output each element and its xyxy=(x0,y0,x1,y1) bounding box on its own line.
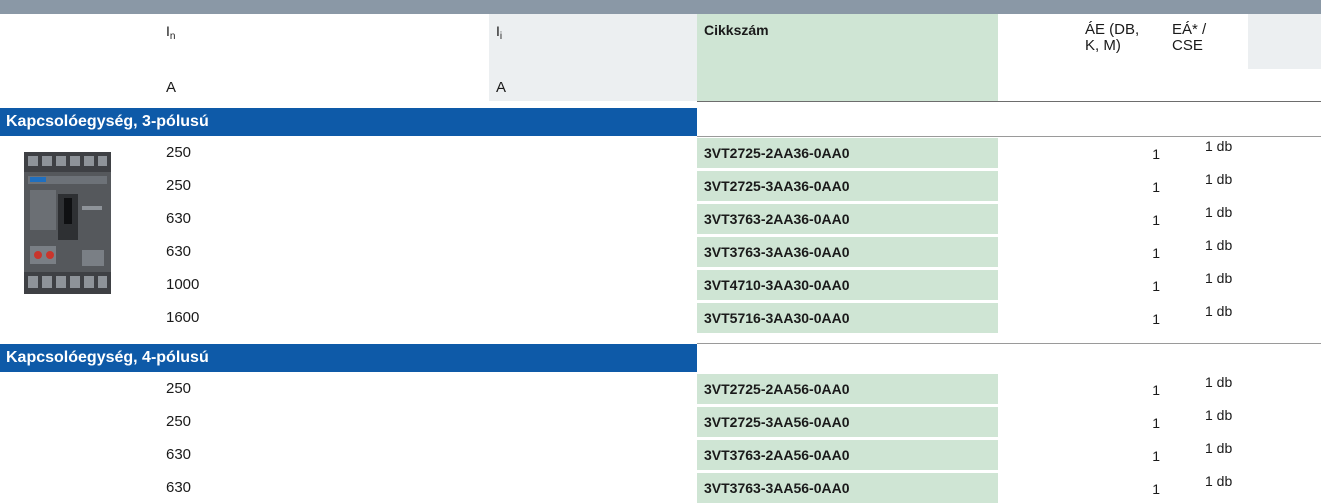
in-value: 250 xyxy=(166,177,192,194)
article-number: 3VT3763-2AA36-0AA0 xyxy=(704,211,850,227)
ae-value: 1 xyxy=(1152,278,1160,294)
table-row: 630 3VT3763-2AA36-0AA0 1 1 db xyxy=(0,202,1321,235)
ea-value: 1 db xyxy=(1205,138,1233,154)
table-row: 250 3VT2725-3AA56-0AA0 1 1 db xyxy=(0,405,1321,438)
in-value: 1000 xyxy=(166,276,200,293)
extra-column-bg xyxy=(1248,14,1321,69)
ea-value: 1 db xyxy=(1205,237,1233,253)
ae-value: 1 xyxy=(1152,448,1160,464)
table-row: 630 3VT3763-3AA56-0AA0 1 1 db xyxy=(0,471,1321,504)
ae-value: 1 xyxy=(1152,146,1160,162)
article-number: 3VT3763-3AA36-0AA0 xyxy=(704,244,850,260)
ae-value: 1 xyxy=(1152,311,1160,327)
header-divider xyxy=(697,101,1321,102)
ii-unit: A xyxy=(496,79,507,96)
in-unit: A xyxy=(166,79,177,96)
article-number: 3VT4710-3AA30-0AA0 xyxy=(704,277,850,293)
in-value: 250 xyxy=(166,380,192,397)
ii-header: Ii xyxy=(496,23,503,42)
ea-value: 1 db xyxy=(1205,440,1233,456)
ae-value: 1 xyxy=(1152,179,1160,195)
table-row: 630 3VT3763-2AA56-0AA0 1 1 db xyxy=(0,438,1321,471)
ae-value: 1 xyxy=(1152,415,1160,431)
section-divider xyxy=(697,343,1321,344)
table-row: 250 3VT2725-2AA56-0AA0 1 1 db xyxy=(0,372,1321,405)
table-row: 630 3VT3763-3AA36-0AA0 1 1 db xyxy=(0,235,1321,268)
ea-value: 1 db xyxy=(1205,204,1233,220)
ea-value: 1 db xyxy=(1205,303,1233,319)
section-title-4-pole: Kapcsolóegység, 4-pólusú xyxy=(0,344,697,372)
ae-value: 1 xyxy=(1152,481,1160,497)
section-title-3-pole: Kapcsolóegység, 3-pólusú xyxy=(0,108,697,136)
table-row: 1600 3VT5716-3AA30-0AA0 1 1 db xyxy=(0,301,1321,334)
ea-value: 1 db xyxy=(1205,270,1233,286)
ea-header: EÁ* / CSE xyxy=(1172,21,1207,54)
in-value: 630 xyxy=(166,479,192,496)
article-number: 3VT2725-2AA36-0AA0 xyxy=(704,145,850,161)
article-number: 3VT5716-3AA30-0AA0 xyxy=(704,310,850,326)
in-value: 250 xyxy=(166,144,192,161)
article-number: 3VT2725-3AA56-0AA0 xyxy=(704,414,850,430)
cikkszam-header: Cikkszám xyxy=(704,22,769,38)
ea-value: 1 db xyxy=(1205,473,1233,489)
article-number: 3VT2725-3AA36-0AA0 xyxy=(704,178,850,194)
in-value: 1600 xyxy=(166,309,200,326)
in-header: In xyxy=(166,23,176,42)
circuit-breaker-photo xyxy=(24,152,111,294)
table-row: 250 3VT2725-2AA36-0AA0 1 1 db xyxy=(0,136,1321,169)
in-value: 630 xyxy=(166,243,192,260)
ii-column-bg xyxy=(489,14,697,101)
in-value: 250 xyxy=(166,413,192,430)
ea-value: 1 db xyxy=(1205,407,1233,423)
article-number: 3VT3763-3AA56-0AA0 xyxy=(704,480,850,496)
ea-value: 1 db xyxy=(1205,171,1233,187)
in-value: 630 xyxy=(166,446,192,463)
ae-value: 1 xyxy=(1152,212,1160,228)
article-number: 3VT2725-2AA56-0AA0 xyxy=(704,381,850,397)
table-row: 1000 3VT4710-3AA30-0AA0 1 1 db xyxy=(0,268,1321,301)
ae-value: 1 xyxy=(1152,245,1160,261)
top-bar xyxy=(0,0,1321,14)
ea-value: 1 db xyxy=(1205,374,1233,390)
article-number: 3VT3763-2AA56-0AA0 xyxy=(704,447,850,463)
ae-value: 1 xyxy=(1152,382,1160,398)
in-value: 630 xyxy=(166,210,192,227)
table-row: 250 3VT2725-3AA36-0AA0 1 1 db xyxy=(0,169,1321,202)
ae-header: ÁE (DB, K, M) xyxy=(1085,21,1140,54)
